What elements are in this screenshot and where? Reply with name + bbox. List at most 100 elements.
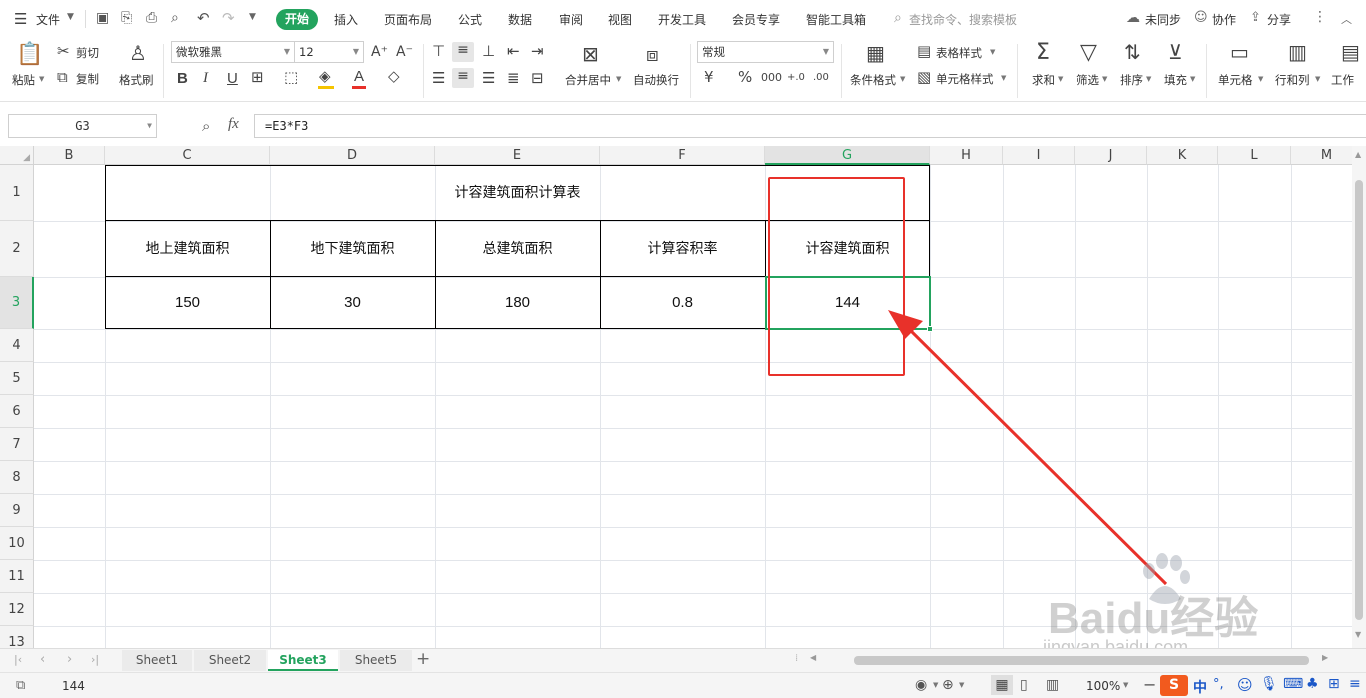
copy-icon[interactable]: ⧉ (57, 70, 68, 85)
merge-center-button[interactable]: 合并居中 (565, 72, 611, 88)
tab-formulas[interactable]: 公式 (458, 11, 482, 28)
row-column-button[interactable]: 行和列 (1275, 72, 1310, 88)
fill-color-icon[interactable]: ◈ (319, 69, 331, 84)
increase-decimal-icon[interactable]: +.0 (787, 70, 805, 85)
sort-icon[interactable]: ⇅ (1124, 42, 1141, 62)
chevron-down-icon[interactable]: ▼ (147, 115, 152, 137)
format-painter-icon[interactable]: ♙ (129, 43, 147, 63)
spreadsheet-grid[interactable]: ◢ B C D E F G H I J K L M 1 2 3 4 5 6 7 … (0, 146, 1366, 648)
filter-button[interactable]: 筛选 (1076, 72, 1099, 88)
font-color-icon[interactable]: A (354, 69, 364, 84)
fill-button[interactable]: 填充 (1164, 72, 1187, 88)
name-box[interactable]: G3 ▼ (8, 114, 157, 138)
chevron-down-icon[interactable]: ▼ (67, 12, 74, 22)
sum-icon[interactable]: Σ (1036, 42, 1050, 64)
align-middle-icon[interactable]: ≡ (452, 42, 474, 62)
percent-icon[interactable]: % (738, 70, 752, 85)
formula-input[interactable]: =E3*F3 (254, 114, 1366, 138)
sheet-tab-sheet3[interactable]: Sheet3 (268, 650, 338, 671)
justify-icon[interactable]: ≣ (507, 71, 520, 86)
collaborate-icon[interactable]: ☺ (1194, 10, 1208, 25)
chevron-down-icon[interactable]: ▼ (1258, 75, 1263, 83)
worksheet-icon[interactable]: ▤ (1341, 42, 1360, 62)
sheet-tab-sheet2[interactable]: Sheet2 (194, 650, 266, 671)
first-sheet-icon[interactable]: |‹ (14, 653, 22, 666)
tab-home[interactable]: 开始 (276, 9, 318, 30)
share-icon[interactable]: ⇪ (1250, 10, 1261, 25)
cell-style-icon[interactable]: ▧ (917, 70, 931, 85)
wrap-text-button[interactable]: 自动换行 (633, 72, 679, 88)
thousands-separator-icon[interactable]: 000 (761, 70, 782, 85)
sum-button[interactable]: 求和 (1032, 72, 1055, 88)
conditional-format-icon[interactable]: ▦ (866, 43, 885, 63)
tab-insert[interactable]: 插入 (334, 11, 358, 28)
export-icon[interactable]: ⎘ (121, 10, 132, 26)
worksheet-button[interactable]: 工作 (1331, 72, 1354, 88)
zoom-level[interactable]: 100% (1086, 679, 1120, 693)
cell-style-button[interactable]: 单元格样式 (936, 71, 994, 87)
vertical-scrollbar[interactable]: ▲ ▼ (1352, 146, 1366, 648)
tab-page-layout[interactable]: 页面布局 (384, 11, 432, 28)
normal-view-icon[interactable]: ▦ (991, 675, 1013, 695)
h-scroll-thumb[interactable] (854, 656, 1309, 665)
collaborate-button[interactable]: 协作 (1212, 11, 1236, 28)
horizontal-scrollbar[interactable]: ◀ ▶ (808, 653, 1338, 667)
scroll-up-arrow[interactable]: ▲ (1355, 150, 1361, 159)
align-top-icon[interactable]: ⊤ (432, 44, 445, 59)
increase-indent-icon[interactable]: ⇥ (531, 44, 544, 59)
tab-data[interactable]: 数据 (508, 11, 532, 28)
cut-button[interactable]: 剪切 (76, 45, 99, 61)
row-column-icon[interactable]: ▥ (1288, 42, 1307, 62)
fill-icon[interactable]: ⊻ (1168, 42, 1183, 62)
tab-developer[interactable]: 开发工具 (658, 11, 706, 28)
ime-toolbox-icon[interactable]: ⊞ (1328, 676, 1340, 692)
ime-voice-icon[interactable]: 🎙 (1260, 676, 1278, 692)
more-options-icon[interactable]: ⋮ (1313, 9, 1327, 25)
chevron-down-icon[interactable]: ▼ (39, 75, 44, 83)
clear-format-icon[interactable]: ◇ (388, 69, 400, 84)
paste-button[interactable]: 粘贴 (12, 72, 35, 88)
print-preview-icon[interactable]: ⌕ (171, 10, 179, 26)
merge-center-icon[interactable]: ⊠ (582, 44, 599, 64)
align-right-icon[interactable]: ☰ (482, 71, 495, 86)
number-format-select[interactable]: 常规 ▼ (697, 41, 834, 63)
underline-icon[interactable]: U (227, 71, 238, 86)
ime-emoji-icon[interactable]: ☺ (1237, 676, 1253, 694)
borders-icon[interactable]: ⊞ (251, 70, 264, 85)
decrease-decimal-icon[interactable]: .00 (813, 70, 829, 85)
cell-button[interactable]: 单元格 (1218, 72, 1253, 88)
chevron-down-icon[interactable]: ▼ (1123, 681, 1128, 689)
ime-skin-icon[interactable]: ♣ (1306, 676, 1319, 692)
bold-icon[interactable]: B (177, 71, 188, 86)
fx-icon[interactable]: fx (228, 116, 239, 133)
chevron-down-icon[interactable]: ▼ (1001, 74, 1006, 82)
ime-menu-icon[interactable]: ≡ (1349, 676, 1361, 692)
eye-protection-icon[interactable]: ◉ (915, 677, 927, 693)
sheet-tab-sheet5[interactable]: Sheet5 (340, 650, 412, 671)
font-family-select[interactable]: 微软雅黑 ▼ (171, 41, 295, 63)
chevron-down-icon[interactable]: ▼ (1315, 75, 1320, 83)
chevron-down-icon[interactable]: ▼ (1058, 75, 1063, 83)
zoom-out-icon[interactable]: − (1143, 675, 1156, 694)
cell-icon[interactable]: ▭ (1230, 42, 1249, 62)
copy-button[interactable]: 复制 (76, 71, 99, 87)
decrease-font-icon[interactable]: A⁻ (396, 45, 413, 60)
format-painter-button[interactable]: 格式刷 (119, 72, 154, 88)
page-layout-view-icon[interactable]: ▯ (1020, 677, 1028, 693)
command-search[interactable]: 查找命令、搜索模板 (909, 11, 1017, 28)
sogou-ime-logo-icon[interactable]: S (1160, 675, 1188, 696)
prev-sheet-icon[interactable]: ‹ (40, 652, 45, 667)
share-button[interactable]: 分享 (1267, 11, 1291, 28)
chevron-down-icon[interactable]: ▼ (1190, 75, 1195, 83)
tab-smart-toolbox[interactable]: 智能工具箱 (806, 11, 866, 28)
scroll-left-arrow[interactable]: ◀ (810, 653, 816, 662)
file-menu[interactable]: 文件 (36, 11, 60, 28)
zoom-formula-icon[interactable]: ⌕ (202, 117, 210, 135)
conditional-format-button[interactable]: 条件格式 (850, 72, 896, 88)
align-bottom-icon[interactable]: ⊥ (482, 44, 495, 59)
next-sheet-icon[interactable]: › (67, 652, 72, 667)
scroll-down-arrow[interactable]: ▼ (1355, 630, 1361, 639)
tab-review[interactable]: 审阅 (559, 11, 583, 28)
decrease-indent-icon[interactable]: ⇤ (507, 44, 520, 59)
scroll-right-arrow[interactable]: ▶ (1322, 653, 1328, 662)
